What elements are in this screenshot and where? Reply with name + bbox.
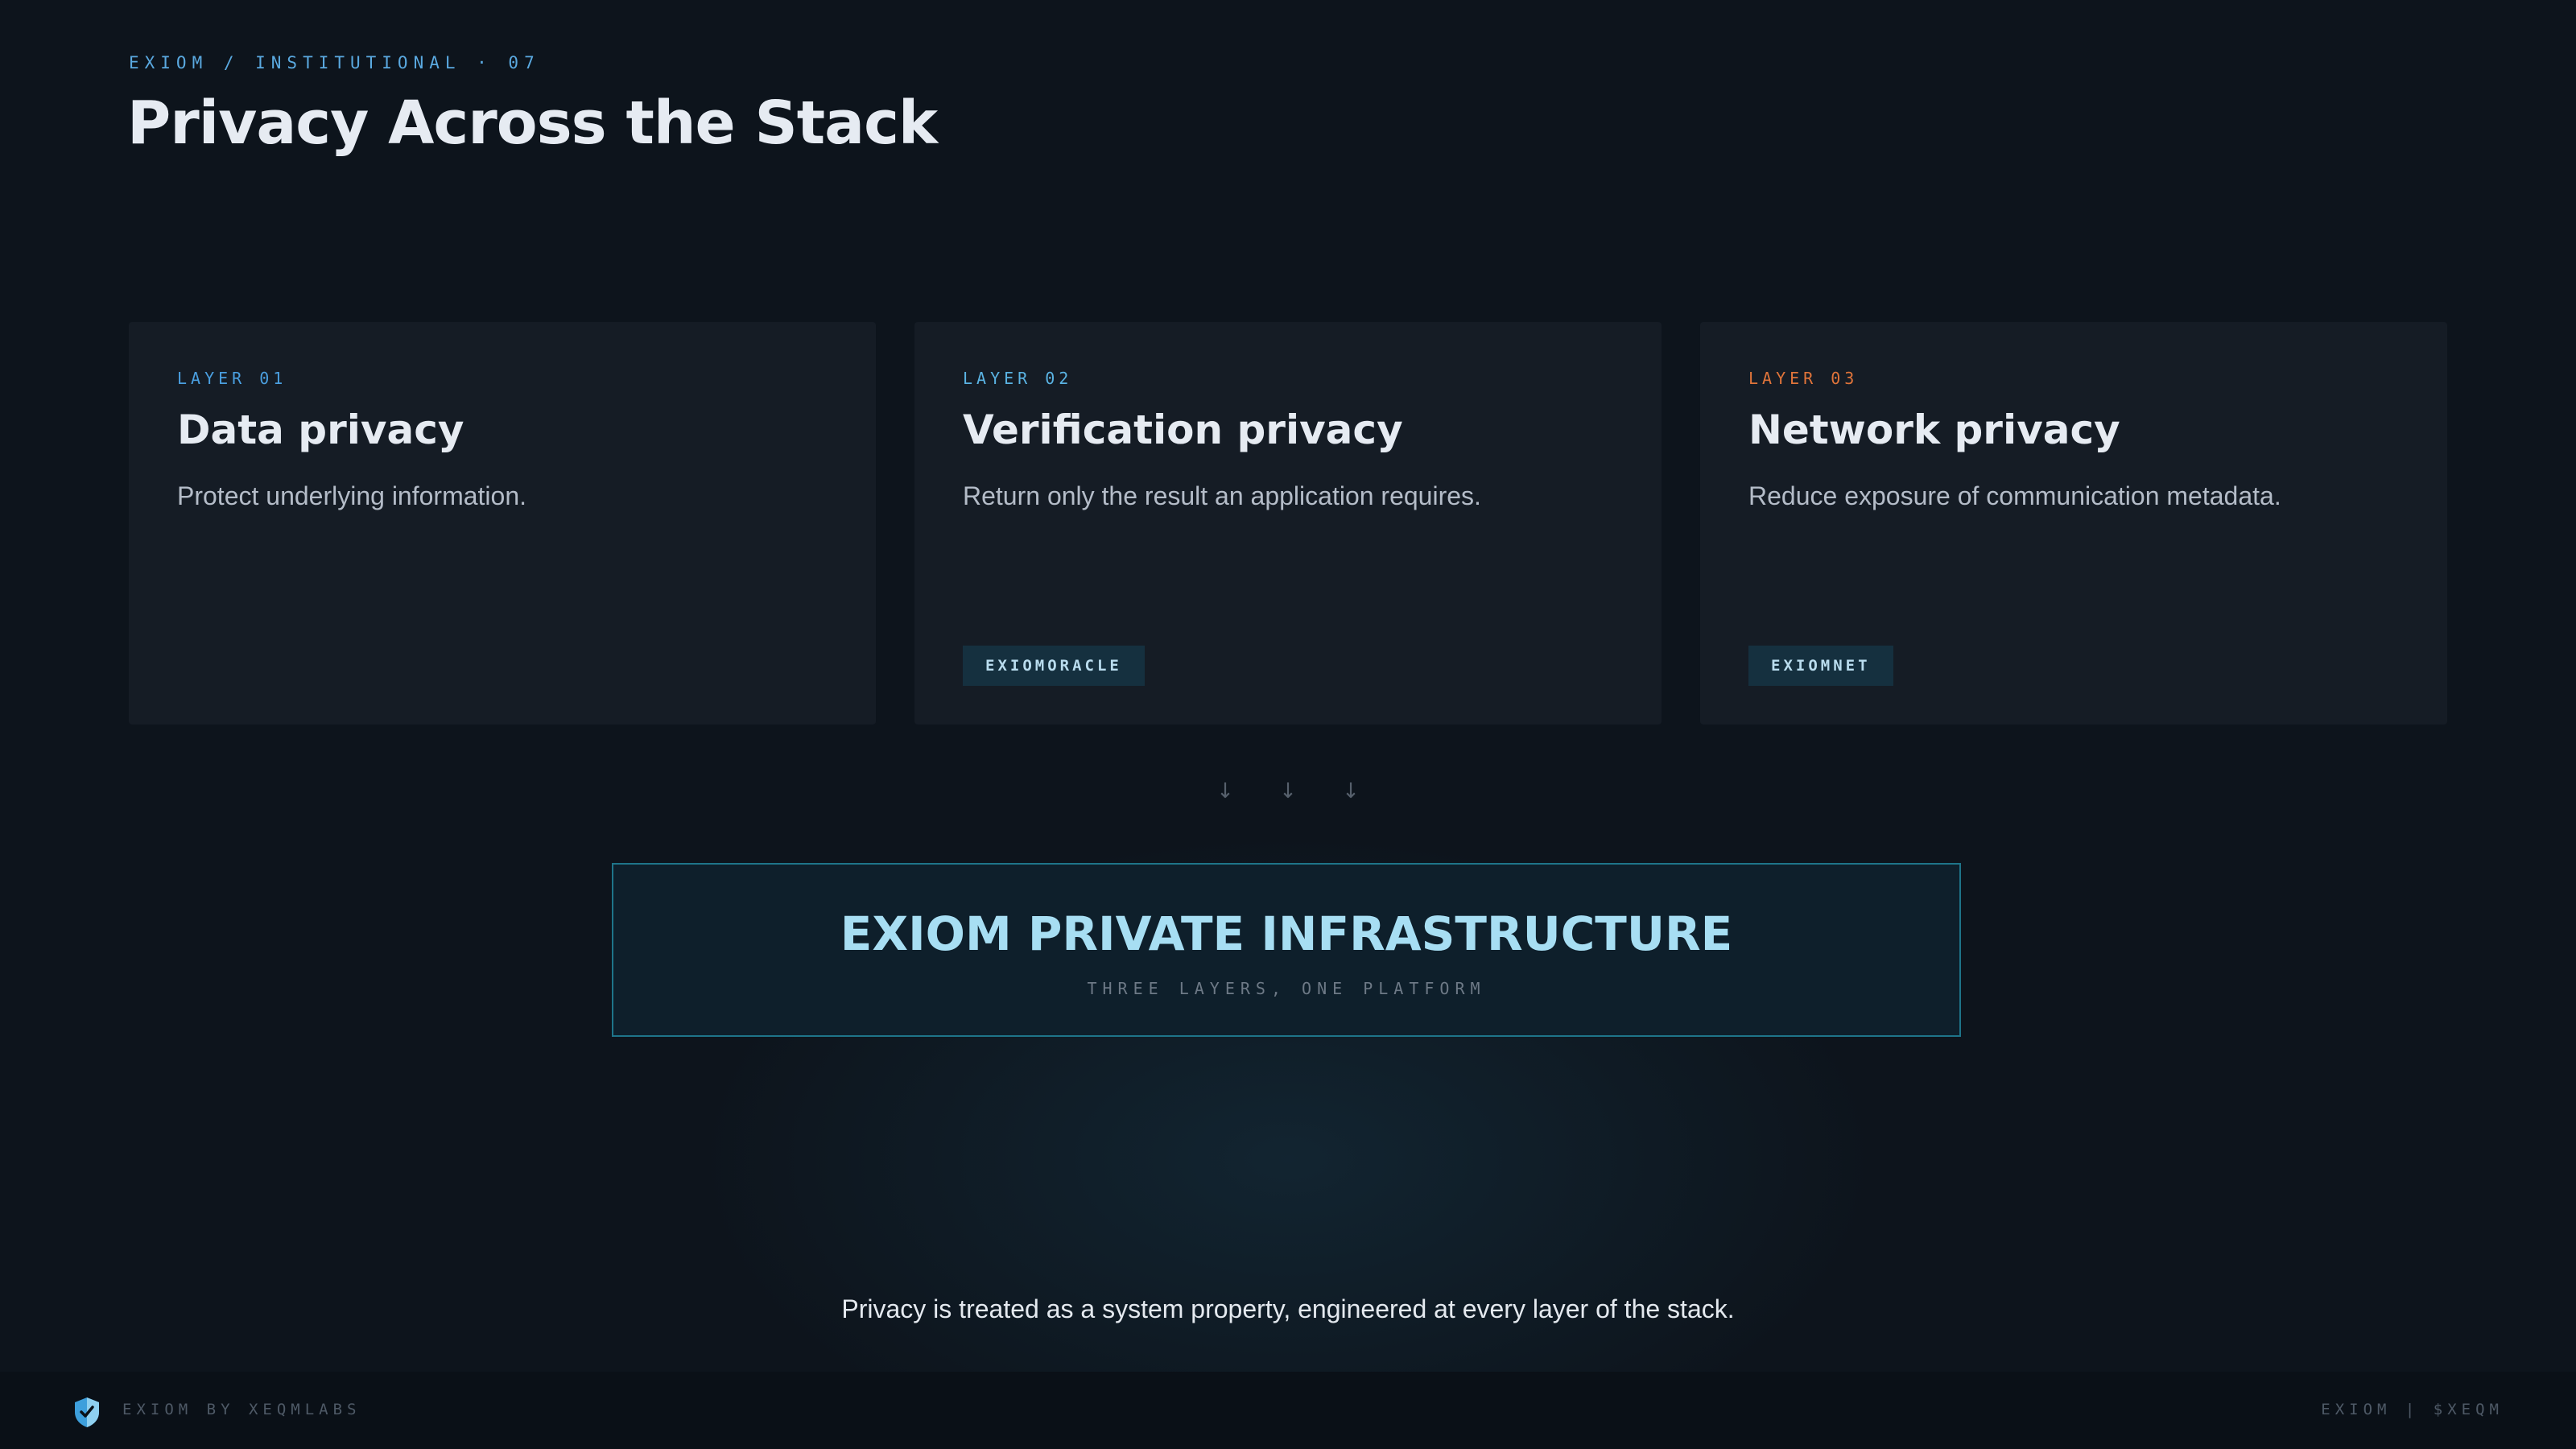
layer-card-data-privacy: LAYER 01 Data privacy Protect underlying… (129, 322, 876, 724)
layer-label: LAYER 02 (963, 369, 1073, 388)
layer-title: Network privacy (1748, 407, 2120, 453)
arrow-down-icon: ↓ (1342, 779, 1360, 803)
page-title: Privacy Across the Stack (127, 89, 938, 158)
layer-card-network-privacy: LAYER 03 Network privacy Reduce exposure… (1700, 322, 2447, 724)
layer-description: Protect underlying information. (177, 481, 526, 510)
footer-brand: EXIOM BY XEQMLABS (122, 1401, 361, 1418)
infrastructure-title: EXIOM PRIVATE INFRASTRUCTURE (840, 906, 1733, 961)
layer-description: Reduce exposure of communication metadat… (1748, 481, 2281, 510)
layer-card-verification-privacy: LAYER 02 Verification privacy Return onl… (914, 322, 1662, 724)
footer-ticker: EXIOM | $XEQM (2321, 1401, 2504, 1418)
footer-bar: EXIOM BY XEQMLABS EXIOM | $XEQM (0, 1372, 2576, 1449)
layer-label: LAYER 03 (1748, 369, 1859, 388)
layer-description: Return only the result an application re… (963, 481, 1481, 510)
layer-title: Verification privacy (963, 407, 1403, 453)
arrow-down-icon: ↓ (1279, 779, 1297, 803)
connector-arrows: ↓ ↓ ↓ (0, 777, 2576, 809)
layer-label: LAYER 01 (177, 369, 287, 388)
closing-statement: Privacy is treated as a system property,… (841, 1294, 1735, 1323)
layer-title: Data privacy (177, 407, 464, 453)
product-tag-exiomnet: EXIOMNET (1748, 646, 1893, 686)
product-tag-exiomoracle: EXIOMORACLE (963, 646, 1145, 686)
infrastructure-subtitle: THREE LAYERS, ONE PLATFORM (1087, 979, 1486, 998)
arrow-down-icon: ↓ (1216, 779, 1234, 803)
section-kicker: EXIOM / INSTITUTIONAL · 07 (129, 53, 540, 72)
shield-icon (75, 1397, 99, 1427)
infrastructure-panel: EXIOM PRIVATE INFRASTRUCTURE THREE LAYER… (612, 863, 1961, 1037)
